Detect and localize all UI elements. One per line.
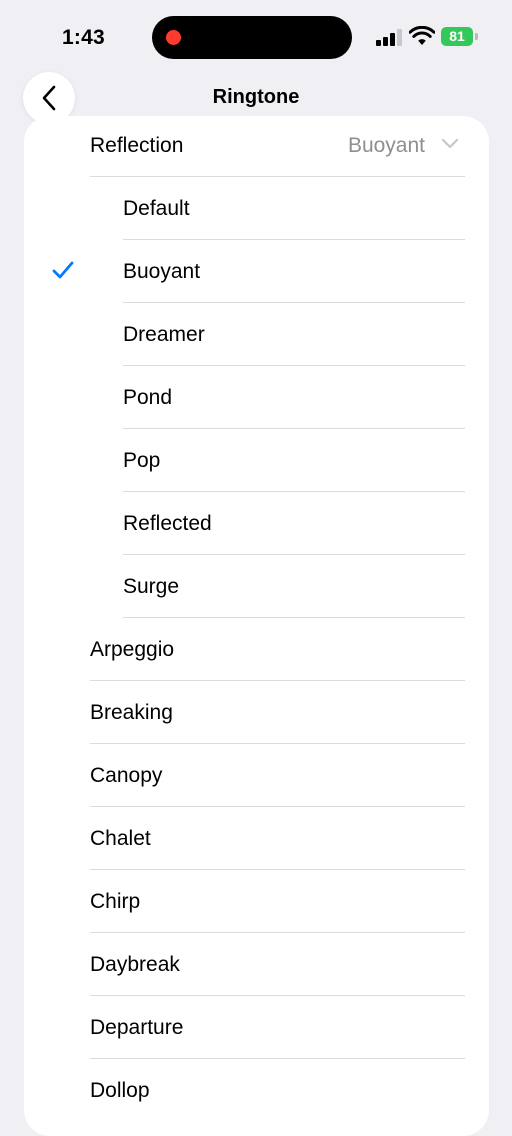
ringtone-list: Reflection Buoyant Default Buoyant Dreamer… (24, 116, 489, 1136)
ringtone-label: Canopy (90, 764, 163, 787)
ringtone-label: Departure (90, 1016, 184, 1039)
variant-label: Buoyant (123, 260, 201, 283)
status-bar: 1:43 81 (0, 0, 512, 76)
status-time: 1:43 (62, 26, 105, 49)
ringtone-label: Breaking (90, 701, 173, 724)
ringtone-label: Chalet (90, 827, 151, 850)
variant-row[interactable]: Reflected (24, 492, 489, 555)
variant-label: Surge (123, 575, 180, 598)
variant-row[interactable]: Pond (24, 366, 489, 429)
battery-charging-icon: 81 (441, 27, 473, 46)
ringtone-row[interactable]: Canopy (24, 744, 489, 807)
variant-row[interactable]: Buoyant (24, 240, 489, 303)
variant-label: Pop (123, 449, 161, 472)
variant-row[interactable]: Pop (24, 429, 489, 492)
battery-level: 81 (449, 28, 465, 44)
variant-label: Default (123, 197, 190, 220)
group-label: Reflection (90, 134, 184, 157)
checkmark-icon (52, 260, 74, 285)
wifi-icon (408, 25, 436, 51)
ringtone-label: Daybreak (90, 953, 180, 976)
ringtone-label: Dollop (90, 1079, 150, 1102)
chevron-down-icon (441, 138, 459, 149)
group-header-reflection[interactable]: Reflection Buoyant (24, 116, 489, 176)
ringtone-row[interactable]: Departure (24, 996, 489, 1059)
page-title: Ringtone (212, 86, 300, 108)
ringtone-label: Chirp (90, 890, 141, 913)
variant-label: Dreamer (123, 323, 205, 346)
variant-row[interactable]: Surge (24, 555, 489, 618)
variant-row[interactable]: Dreamer (24, 303, 489, 366)
variant-row[interactable]: Default (24, 177, 489, 240)
battery-tip (475, 33, 478, 40)
variant-label: Reflected (123, 512, 212, 535)
cellular-signal-icon (376, 29, 403, 46)
ringtone-row[interactable]: Breaking (24, 681, 489, 744)
dynamic-island[interactable] (152, 16, 352, 59)
ringtone-row[interactable]: Daybreak (24, 933, 489, 996)
ringtone-row[interactable]: Arpeggio (24, 618, 489, 681)
recording-indicator (166, 30, 181, 45)
group-selected-value: Buoyant (347, 134, 425, 157)
ringtone-label: Arpeggio (90, 638, 175, 661)
ringtone-row[interactable]: Chalet (24, 807, 489, 870)
ringtone-row[interactable]: Chirp (24, 870, 489, 933)
variant-label: Pond (123, 386, 173, 409)
